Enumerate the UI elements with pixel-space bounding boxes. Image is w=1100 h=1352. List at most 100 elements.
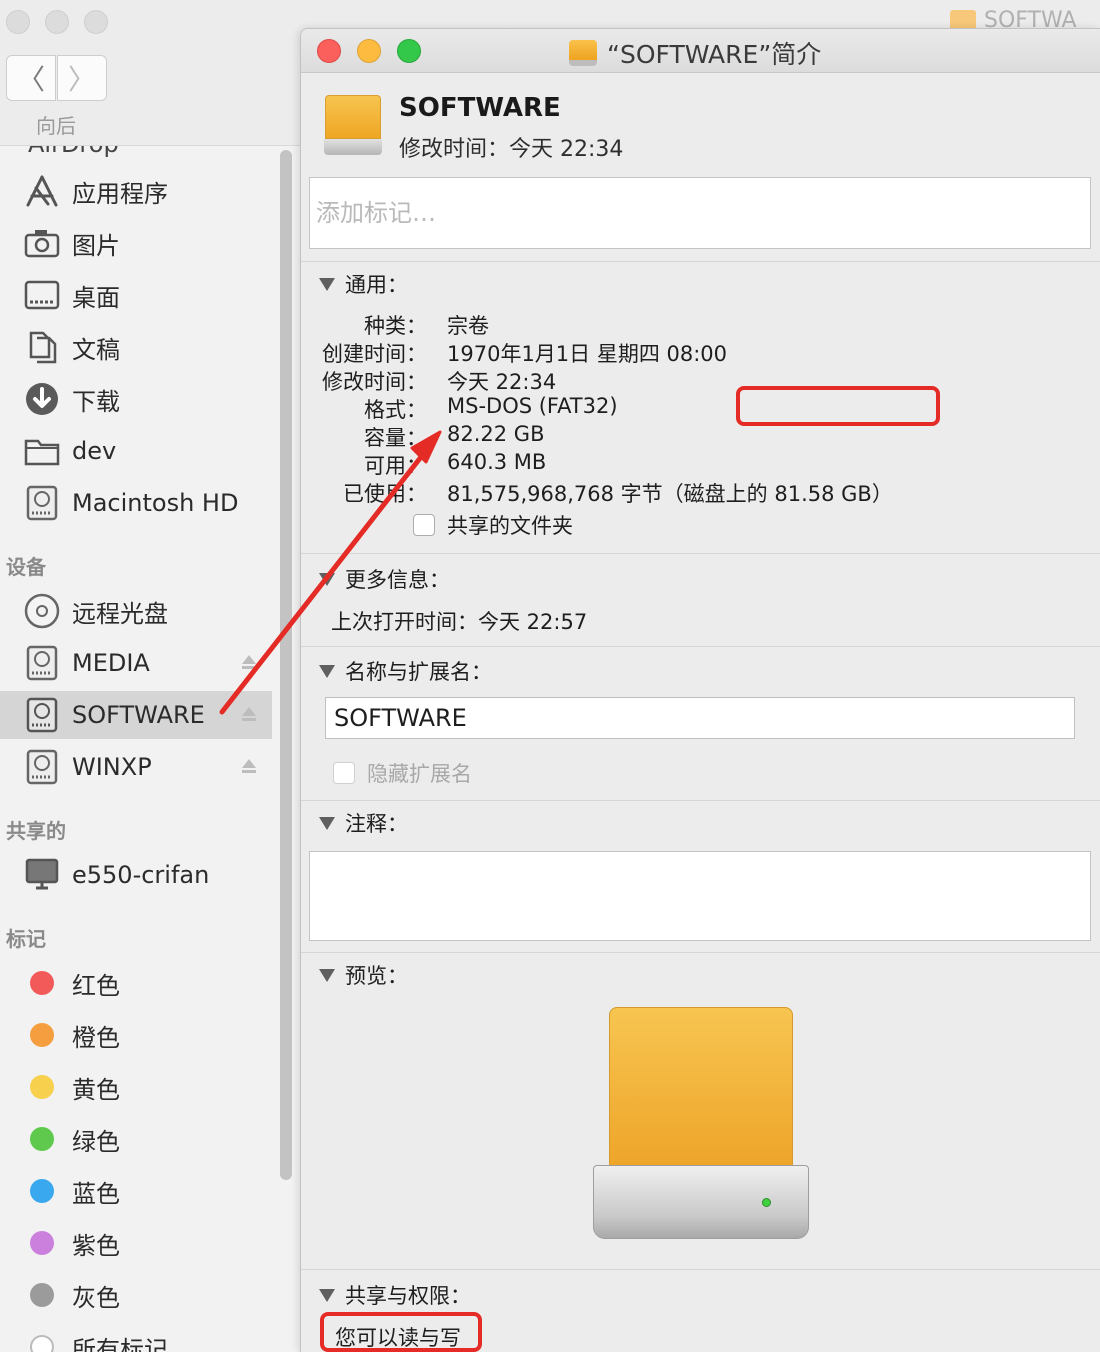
sidebar-scrollbar[interactable] [280,150,292,1180]
sidebar-item-tag-orange[interactable]: 橙色 [0,1011,272,1059]
minimize-button[interactable] [357,39,381,63]
sidebar-item-media[interactable]: MEDIA [0,639,272,687]
sidebar-item-airdrop[interactable]: AirDrop [28,146,119,158]
disclosure-triangle-icon [319,968,335,982]
sidebar-item-tag-yellow[interactable]: 黄色 [0,1063,272,1111]
section-preview-header: 预览： [345,964,408,988]
sidebar-item-downloads[interactable]: 下载 [0,375,272,423]
comments-textarea[interactable] [309,851,1091,941]
volume-modified: 修改时间：今天 22:34 [399,137,624,162]
section-preview-toggle[interactable]: 预览： [319,960,408,990]
forward-button[interactable]: 〉 [57,55,107,101]
capacity-label: 容量： [364,426,427,450]
sidebar-item-dev[interactable]: dev [0,427,272,475]
sidebar-item-tag-green[interactable]: 绿色 [0,1115,272,1163]
permission-highlight-box [320,1312,482,1352]
sidebar-item-label: Macintosh HD [72,489,239,517]
divider [301,800,1100,801]
shared-folder-checkbox[interactable] [413,514,435,536]
optical-disc-icon [22,593,62,629]
sidebar-item-label: 桌面 [72,283,120,312]
format-value: MS-DOS (FAT32) [447,394,618,418]
sidebar-item-software[interactable]: SOFTWARE [0,691,272,739]
format-highlight-box [736,386,940,426]
tag-color-icon [30,971,54,995]
hide-extension-checkbox-row[interactable]: 隐藏扩展名 [333,758,472,788]
section-name-extension-toggle[interactable]: 名称与扩展名： [319,656,492,686]
hide-extension-label: 隐藏扩展名 [367,762,472,786]
shared-folder-checkbox-row[interactable]: 共享的文件夹 [413,510,573,540]
sidebar-item-all-tags[interactable]: 所有标记 [0,1323,272,1352]
back-button[interactable]: 〈 [6,55,56,101]
available-value: 640.3 MB [447,450,547,474]
sidebar-item-tag-blue[interactable]: 蓝色 [0,1167,272,1215]
sidebar-header-shared: 共享的 [6,819,66,843]
divider [301,952,1100,953]
name-field[interactable] [325,697,1075,739]
desktop-icon [22,280,62,310]
modified-label: 修改时间： [322,370,427,394]
finder-minimize-button[interactable] [45,10,69,34]
sidebar-item-remote-disc[interactable]: 远程光盘 [0,587,272,635]
disclosure-triangle-icon [319,816,335,830]
eject-icon[interactable] [240,757,258,779]
sidebar-item-label: 紫色 [72,1231,120,1260]
created-label: 创建时间： [322,342,427,366]
computer-icon [22,858,62,892]
documents-icon [22,330,62,364]
sidebar-item-tag-red[interactable]: 红色 [0,959,272,1007]
sidebar-item-label: 红色 [72,971,120,1000]
applications-icon [22,174,62,208]
tag-color-icon [30,1179,54,1203]
close-button[interactable] [317,39,341,63]
sidebar-item-applications[interactable]: 应用程序 [0,167,272,215]
sidebar-item-e550-crifan[interactable]: e550-crifan [0,851,272,899]
sidebar-item-documents[interactable]: 文稿 [0,323,272,371]
sidebar-item-label: 远程光盘 [72,599,168,628]
disclosure-triangle-icon [319,277,335,291]
tag-color-icon [30,1283,54,1307]
section-more-info-toggle[interactable]: 更多信息： [319,564,450,594]
tag-color-icon [30,1075,54,1099]
hide-extension-checkbox[interactable] [333,762,355,784]
chevron-right-icon: 〉 [67,63,96,96]
folder-icon [22,436,62,466]
sidebar-item-tag-gray[interactable]: 灰色 [0,1271,272,1319]
eject-icon[interactable] [240,705,258,727]
finder-close-button[interactable] [6,10,30,34]
section-general-toggle[interactable]: 通用： [319,269,408,299]
section-more-info-header: 更多信息： [345,568,450,592]
disk-icon [569,40,597,66]
used-label: 已使用： [343,482,427,506]
sidebar-item-label: 橙色 [72,1023,120,1052]
section-sharing-permissions-toggle[interactable]: 共享与权限： [319,1280,471,1310]
zoom-button[interactable] [397,39,421,63]
get-info-window: “SOFTWARE”简介 SOFTWARE 修改时间：今天 22:34 通用： … [300,28,1100,1352]
modified-value: 今天 22:34 [447,370,557,394]
section-name-extension-header: 名称与扩展名： [345,660,492,684]
sidebar-item-pictures[interactable]: 图片 [0,219,272,267]
window-title-text: “SOFTWARE”简介 [607,40,822,69]
sidebar-item-winxp[interactable]: WINXP [0,743,272,791]
divider [301,1269,1100,1270]
add-tags-input[interactable] [309,177,1091,249]
section-general-header: 通用： [345,273,408,297]
sidebar-item-label: 灰色 [72,1283,120,1312]
sidebar-item-tag-purple[interactable]: 紫色 [0,1219,272,1267]
used-value: 81,575,968,768 字节（磁盘上的 81.58 GB） [447,482,893,506]
volume-preview-image [593,1007,809,1241]
disclosure-triangle-icon [319,572,335,586]
sidebar-item-label: MEDIA [72,649,150,677]
disclosure-triangle-icon [319,664,335,678]
eject-icon[interactable] [240,653,258,675]
sidebar-header-devices: 设备 [6,555,46,579]
divider [301,646,1100,647]
sidebar-item-macintosh-hd[interactable]: Macintosh HD [0,479,272,527]
title-bar[interactable]: “SOFTWARE”简介 [301,29,1100,73]
section-comments-toggle[interactable]: 注释： [319,808,408,838]
finder-zoom-button[interactable] [84,10,108,34]
sidebar-item-label: 应用程序 [72,179,168,208]
sidebar-item-desktop[interactable]: 桌面 [0,271,272,319]
sidebar-item-label: 蓝色 [72,1179,120,1208]
tag-color-icon [30,1023,54,1047]
